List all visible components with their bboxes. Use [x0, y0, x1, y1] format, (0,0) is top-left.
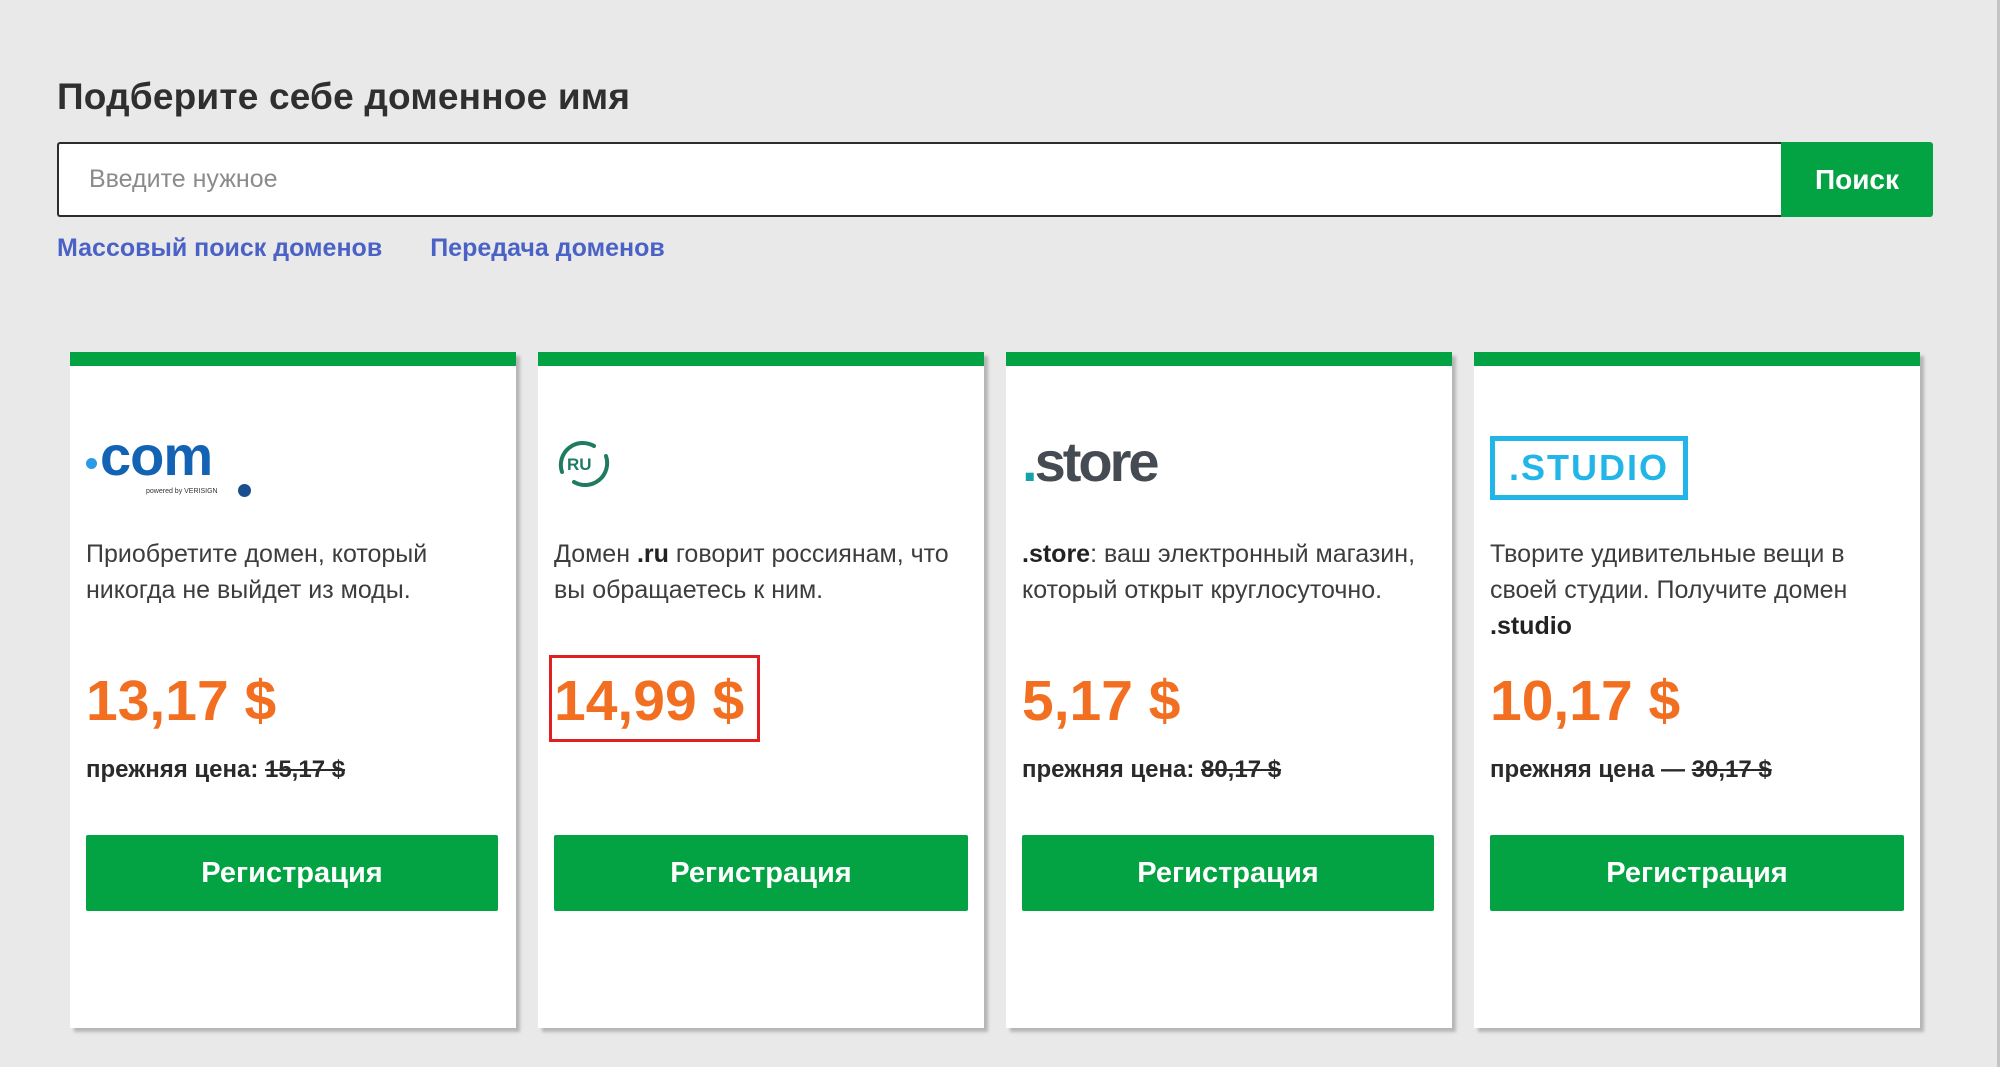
domain-price: 10,17 $: [1490, 669, 1681, 733]
domain-description: Приобретите домен, который никогда не вы…: [86, 540, 428, 604]
old-price-value: 15,17 $: [264, 756, 346, 783]
domain-search-bar: Поиск: [57, 142, 1933, 217]
store-logo: .store: [1022, 426, 1160, 506]
ru-logo-text: RU: [567, 455, 592, 474]
domain-price: 13,17 $: [86, 669, 277, 733]
old-price: прежняя цена — 30,17 $: [1490, 756, 1772, 784]
register-button-studio[interactable]: Регистрация: [1490, 835, 1904, 911]
old-price: прежняя цена: 80,17 $: [1022, 756, 1281, 784]
desc-prefix: Домен: [554, 540, 637, 568]
search-links: Массовый поиск доменов Передача доменов: [57, 234, 665, 263]
domain-description: .store: ваш электронный магазин, который…: [1022, 536, 1442, 608]
store-logo-dot: .: [1022, 430, 1037, 493]
old-price-value: 30,17 $: [1691, 756, 1772, 783]
register-button-com[interactable]: Регистрация: [86, 835, 498, 911]
ru-logo-icon: RU: [558, 440, 610, 488]
domain-description: Домен .ru говорит россиянам, что вы обра…: [554, 536, 974, 608]
domain-search-input[interactable]: [57, 142, 1781, 217]
com-logo-wordmark: com: [100, 424, 213, 487]
desc-prefix: Творите удивительные вещи в своей студии…: [1490, 540, 1848, 604]
verisign-seal-icon: [238, 484, 251, 497]
search-button[interactable]: Поиск: [1781, 142, 1933, 217]
com-logo: com powered by VERISIGN: [86, 426, 276, 506]
desc-zone: .ru: [636, 540, 669, 568]
domain-price: 5,17 $: [1022, 669, 1181, 733]
domain-card-com: com powered by VERISIGN Приобретите доме…: [70, 352, 516, 1028]
com-logo-tagline: powered by VERISIGN: [146, 488, 218, 495]
domain-card-store: .store .store: ваш электронный магазин, …: [1006, 352, 1452, 1028]
old-price-label: прежняя цена —: [1490, 756, 1685, 783]
com-logo-dot-icon: [86, 458, 97, 469]
domain-offers: com powered by VERISIGN Приобретите доме…: [70, 352, 1920, 1028]
domain-price: 14,99 $: [554, 669, 745, 733]
studio-logo-wordmark: .STUDIO: [1490, 436, 1688, 500]
page: Подберите себе доменное имя Поиск Массов…: [0, 0, 2000, 1067]
old-price-label: прежняя цена:: [1022, 756, 1195, 783]
domain-search-panel: Подберите себе доменное имя Поиск Массов…: [0, 0, 2000, 1067]
ru-logo: RU: [554, 426, 614, 506]
store-logo-wordmark: store: [1034, 430, 1160, 493]
desc-zone: .store: [1022, 540, 1091, 568]
bulk-domain-search-link[interactable]: Массовый поиск доменов: [57, 234, 382, 263]
register-button-store[interactable]: Регистрация: [1022, 835, 1434, 911]
domain-description: Творите удивительные вещи в своей студии…: [1490, 536, 1910, 644]
domain-transfer-link[interactable]: Передача доменов: [430, 234, 665, 263]
old-price-label: прежняя цена:: [86, 756, 259, 783]
old-price-value: 80,17 $: [1200, 756, 1282, 783]
domain-card-studio: .STUDIO Творите удивительные вещи в свое…: [1474, 352, 1920, 1028]
old-price: прежняя цена: 15,17 $: [86, 756, 345, 784]
register-button-ru[interactable]: Регистрация: [554, 835, 968, 911]
desc-zone: .studio: [1490, 612, 1572, 640]
studio-logo: .STUDIO: [1490, 426, 1688, 506]
page-title: Подберите себе доменное имя: [57, 76, 631, 117]
domain-card-ru: RU Домен .ru говорит россиянам, что вы о…: [538, 352, 984, 1028]
